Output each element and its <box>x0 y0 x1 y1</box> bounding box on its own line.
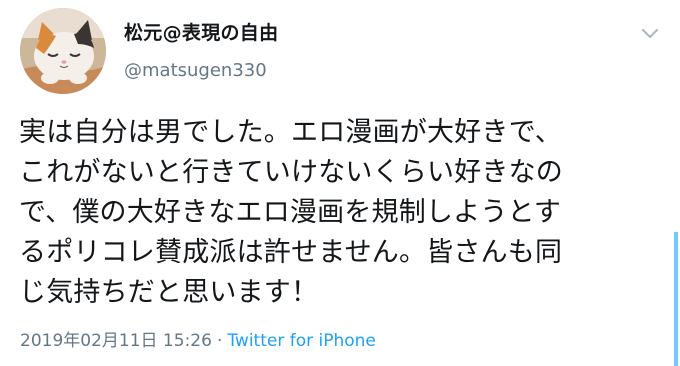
tweet-text-line: で、僕の大好きなエロ漫画を規制しようとす <box>19 197 562 228</box>
cat-avatar-image <box>20 8 106 94</box>
chevron-down-icon[interactable] <box>640 26 660 42</box>
tweet-text-line: 実は自分は男でした。エロ漫画が大好きで、 <box>19 117 562 148</box>
timestamp[interactable]: 2019年02月11日 15:26 <box>20 331 212 351</box>
tweet-text-line: るポリコレ賛成派は許せません。皆さんも同 <box>19 237 563 268</box>
tweet-text-line: じ気持ちだと思います！ <box>19 277 319 308</box>
tweet-text: 実は自分は男でした。エロ漫画が大好きで、 これがないと行きていけないくらい好きな… <box>19 113 669 313</box>
display-name[interactable]: 松元@表現の自由 <box>124 18 278 45</box>
user-handle[interactable]: @matsugen330 <box>124 60 267 81</box>
avatar[interactable] <box>20 8 106 94</box>
meta-separator: · <box>216 331 223 351</box>
source-link[interactable]: Twitter for iPhone <box>227 331 376 351</box>
tweet-card: 松元@表現の自由 @matsugen330 実は自分は男でした。エロ漫画が大好き… <box>0 0 680 366</box>
tweet-meta: 2019年02月11日 15:26 · Twitter for iPhone <box>20 326 376 351</box>
scroll-indicator <box>674 232 678 366</box>
tweet-text-line: これがないと行きていけないくらい好きなの <box>19 157 563 188</box>
